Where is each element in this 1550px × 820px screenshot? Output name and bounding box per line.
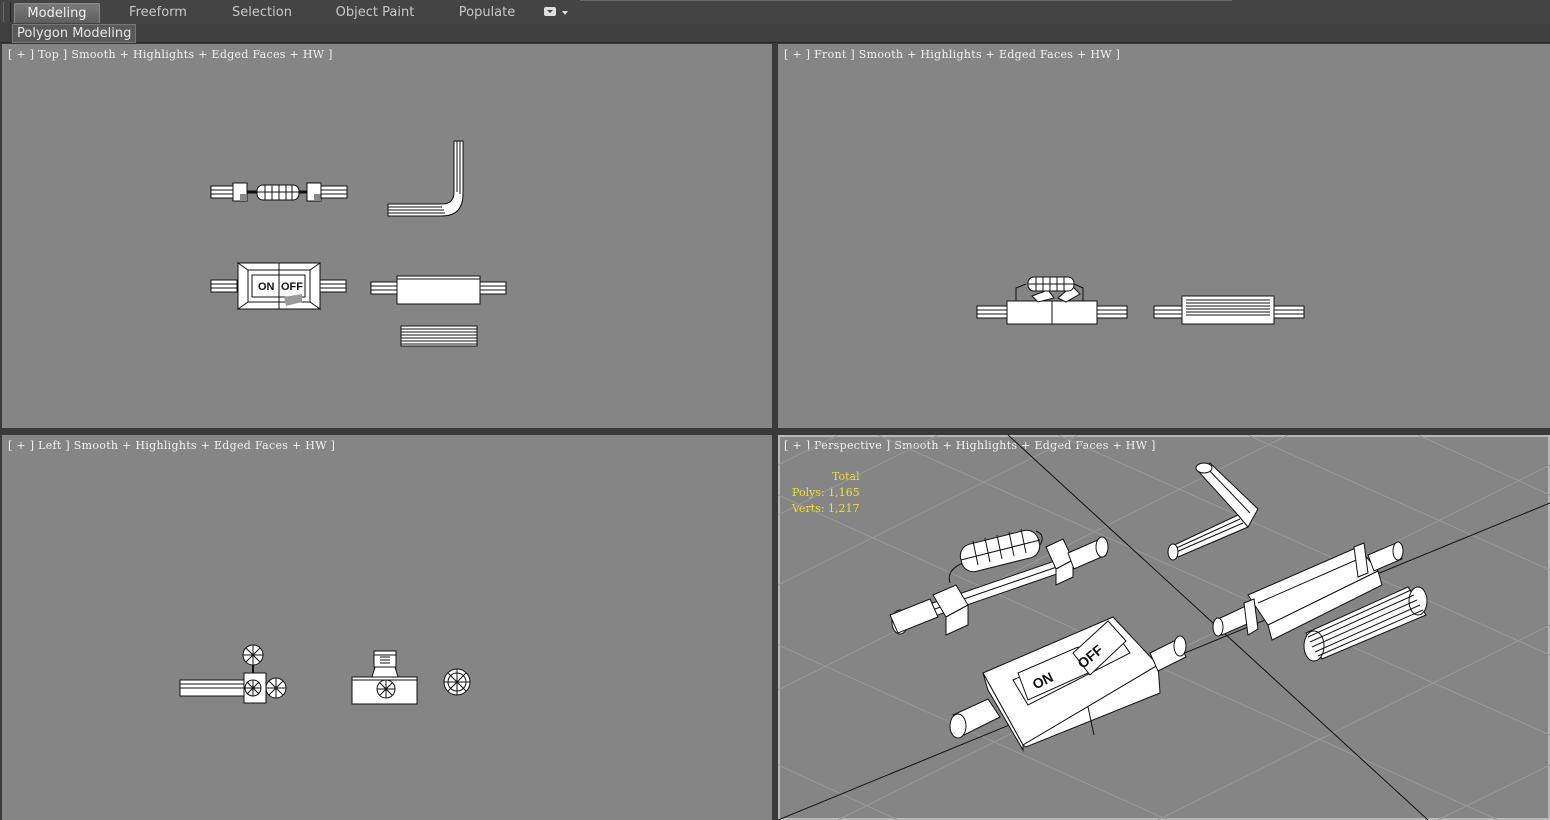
tab-object-paint[interactable]: Object Paint [332, 3, 418, 22]
switch-on-label: ON [258, 281, 275, 293]
tab-populate[interactable]: Populate [452, 3, 522, 22]
viewport-left[interactable]: [ + ] Left ] Smooth + Highlights + Edged… [2, 435, 772, 820]
left-view-scene [179, 644, 471, 705]
viewport-perspective[interactable]: [ + ] Perspective ] Smooth + Highlights … [778, 435, 1550, 820]
tab-modeling[interactable]: Modeling [14, 3, 100, 23]
viewport-front[interactable]: [ + ] Front ] Smooth + Highlights + Edge… [778, 44, 1550, 428]
chevron-down-icon[interactable] [562, 11, 568, 15]
perspective-scene: ON OFF [778, 435, 1550, 820]
tab-selection[interactable]: Selection [222, 3, 302, 22]
ribbon-options-icon[interactable] [544, 7, 556, 16]
ribbon: Modeling Freeform Selection Object Paint… [0, 0, 1550, 25]
panel-bar: Polygon Modeling [0, 24, 1550, 43]
tab-freeform[interactable]: Freeform [118, 3, 198, 22]
top-view-scene: ON OFF [210, 140, 507, 347]
front-view-scene [976, 276, 1305, 325]
viewport-top[interactable]: [ + ] Top ] Smooth + Highlights + Edged … [2, 44, 772, 428]
polygon-modeling-panel[interactable]: Polygon Modeling [12, 24, 137, 43]
ribbon-grip[interactable] [3, 2, 11, 22]
switch-off-label: OFF [281, 281, 303, 293]
ribbon-divider [580, 0, 1232, 1]
